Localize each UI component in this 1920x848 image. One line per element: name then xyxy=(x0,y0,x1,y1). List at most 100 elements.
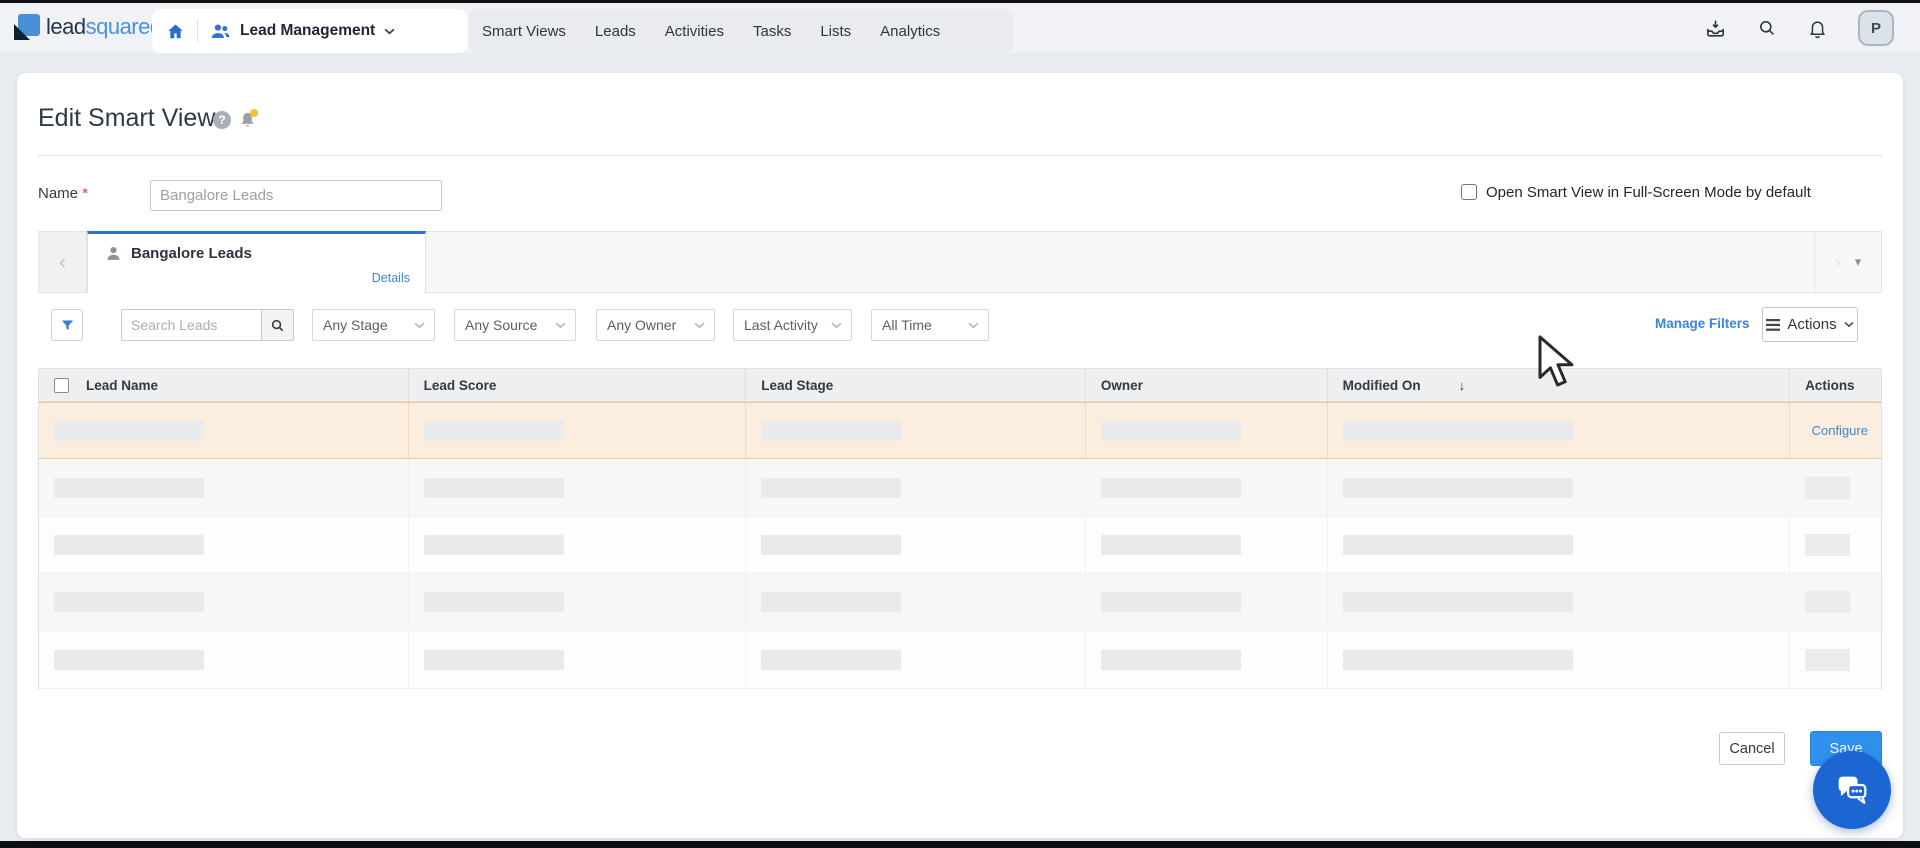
column-header-owner[interactable]: Owner xyxy=(1084,369,1327,401)
table-row[interactable] xyxy=(39,631,1881,689)
cell-lead-score xyxy=(407,574,746,631)
column-header-modified-on[interactable]: Modified On ↓ xyxy=(1326,369,1789,401)
time-filter-value: All Time xyxy=(882,317,932,333)
loading-placeholder xyxy=(761,477,902,498)
actions-button[interactable]: Actions xyxy=(1762,307,1858,342)
loading-placeholder xyxy=(1100,649,1241,670)
inbox-tray-icon[interactable] xyxy=(1704,17,1727,40)
loading-placeholder xyxy=(1100,420,1241,441)
top-navigation-bar: leadsquared Lead Management Smart Views … xyxy=(0,3,1920,53)
nav-analytics[interactable]: Analytics xyxy=(880,23,940,40)
chat-widget-button[interactable] xyxy=(1813,751,1891,829)
owner-filter-dropdown[interactable]: Any Owner xyxy=(596,309,715,341)
leadsquared-logo[interactable]: leadsquared xyxy=(14,14,162,40)
page-title: Edit Smart View xyxy=(38,104,216,132)
loading-placeholder xyxy=(1342,420,1573,441)
workspace-pill: Lead Management xyxy=(152,9,468,53)
smart-view-name-input[interactable] xyxy=(150,180,442,211)
select-all-checkbox[interactable] xyxy=(54,377,69,393)
table-row[interactable] xyxy=(39,459,1881,517)
search-submit-button[interactable] xyxy=(261,309,294,341)
tab-bangalore-leads[interactable]: Bangalore Leads Details xyxy=(87,231,426,293)
loading-placeholder xyxy=(54,534,204,555)
source-filter-dropdown[interactable]: Any Source xyxy=(454,309,576,341)
table-row[interactable] xyxy=(39,574,1881,632)
table-row[interactable] xyxy=(39,516,1881,575)
column-header-lead-score[interactable]: Lead Score xyxy=(407,369,746,401)
nav-leads[interactable]: Leads xyxy=(595,23,636,40)
user-avatar[interactable]: P xyxy=(1858,10,1894,46)
cell-modified-on xyxy=(1326,459,1789,516)
activity-filter-dropdown[interactable]: Last Activity xyxy=(733,309,852,341)
home-icon[interactable] xyxy=(166,22,185,41)
table-row-highlighted[interactable]: Configure xyxy=(39,402,1881,460)
fullscreen-checkbox[interactable] xyxy=(1461,184,1477,200)
cell-actions: Configure xyxy=(1789,403,1881,459)
tab-details-link[interactable]: Details xyxy=(372,271,410,285)
loading-placeholder xyxy=(761,534,902,555)
loading-placeholder xyxy=(54,477,204,498)
cell-modified-on xyxy=(1326,631,1789,688)
cell-modified-on xyxy=(1326,574,1789,631)
title-icons: ? xyxy=(213,109,258,129)
nav-activities[interactable]: Activities xyxy=(665,23,724,40)
fullscreen-checkbox-label: Open Smart View in Full-Screen Mode by d… xyxy=(1486,184,1811,201)
tabs-scroll-left-button[interactable]: ‹ xyxy=(39,232,87,292)
loading-placeholder xyxy=(761,649,902,670)
chevron-down-icon xyxy=(384,28,395,34)
topbar-actions: P xyxy=(1704,3,1894,53)
loading-placeholder xyxy=(423,649,564,670)
column-label: Lead Score xyxy=(423,377,497,393)
loading-placeholder xyxy=(54,592,204,613)
loading-placeholder xyxy=(761,592,902,613)
cell-owner xyxy=(1084,459,1327,516)
loading-placeholder xyxy=(1342,477,1573,498)
loading-placeholder xyxy=(423,534,564,555)
funnel-icon xyxy=(61,320,73,330)
column-header-lead-name[interactable]: Lead Name xyxy=(39,369,408,401)
help-icon[interactable]: ? xyxy=(213,111,231,129)
loading-placeholder xyxy=(1342,592,1573,613)
cancel-button[interactable]: Cancel xyxy=(1719,732,1785,765)
chevron-down-icon xyxy=(414,322,425,328)
tabs-overflow-caret[interactable]: ▾ xyxy=(1855,254,1862,270)
sort-desc-icon[interactable]: ↓ xyxy=(1459,378,1466,393)
column-header-lead-stage[interactable]: Lead Stage xyxy=(745,369,1085,401)
cell-lead-score xyxy=(407,631,746,688)
cell-lead-stage xyxy=(745,459,1085,516)
workspace-switcher[interactable]: Lead Management xyxy=(210,22,395,41)
time-filter-dropdown[interactable]: All Time xyxy=(871,309,989,341)
tab-strip: ‹ Bangalore Leads Details › ▾ xyxy=(38,231,1882,293)
tabs-scroll-right-button[interactable]: › xyxy=(1835,252,1841,273)
nav-smart-views[interactable]: Smart Views xyxy=(482,23,566,40)
cell-owner xyxy=(1084,516,1327,574)
activity-filter-value: Last Activity xyxy=(744,317,818,333)
cell-lead-stage xyxy=(745,403,1085,459)
table-header-row: Lead Name Lead Score Lead Stage Owner Mo… xyxy=(39,369,1881,402)
loading-placeholder xyxy=(1100,534,1241,555)
configure-link[interactable]: Configure xyxy=(1812,423,1881,438)
cell-actions xyxy=(1789,459,1881,516)
chat-bubbles-icon xyxy=(1838,776,1867,804)
chevron-down-icon xyxy=(1844,321,1854,328)
loading-placeholder xyxy=(1805,533,1851,556)
chevron-down-icon xyxy=(555,322,566,328)
nav-tasks[interactable]: Tasks xyxy=(753,23,791,40)
nav-lists[interactable]: Lists xyxy=(820,23,851,40)
manage-filters-link[interactable]: Manage Filters xyxy=(1655,316,1750,331)
cell-modified-on xyxy=(1326,516,1789,574)
notifications-bell-icon[interactable] xyxy=(1807,18,1828,39)
loading-placeholder xyxy=(423,592,564,613)
alerts-bell-icon[interactable] xyxy=(239,109,258,129)
stage-filter-dropdown[interactable]: Any Stage xyxy=(312,309,435,341)
loading-placeholder xyxy=(1342,649,1573,670)
cell-lead-stage xyxy=(745,631,1085,688)
loading-placeholder xyxy=(1342,534,1573,555)
leads-table: Lead Name Lead Score Lead Stage Owner Mo… xyxy=(38,368,1882,689)
person-icon xyxy=(107,246,120,260)
loading-placeholder xyxy=(54,420,204,441)
search-leads-input[interactable] xyxy=(121,309,261,341)
column-label: Actions xyxy=(1805,377,1855,393)
filter-funnel-button[interactable] xyxy=(51,309,83,341)
search-icon[interactable] xyxy=(1757,18,1777,38)
